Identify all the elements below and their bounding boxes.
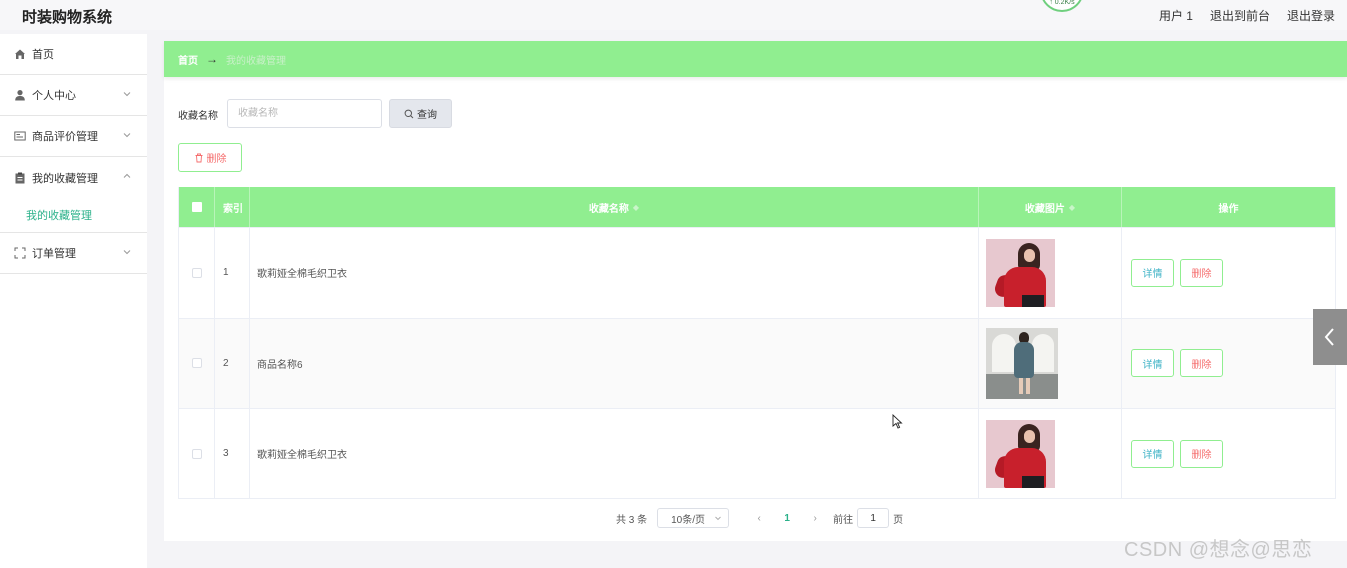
home-icon [14,48,26,60]
sidebar-item-label: 首页 [32,49,54,61]
breadcrumb: 首页 → 我的收藏管理 [164,41,1347,77]
table-row: 3 歌莉娅全棉毛织卫衣 详情 删除 [179,408,1335,499]
sidebar-item-home[interactable]: 首页 [0,34,147,75]
back-to-front-link[interactable]: 退出到前台 [1210,7,1270,24]
clipboard-icon [14,172,26,184]
delete-button[interactable]: 删除 [1180,439,1223,468]
breadcrumb-current: 我的收藏管理 [226,55,286,67]
row-image-cell [979,318,1122,408]
sidebar-item-favorites-management[interactable]: 我的收藏管理 [0,157,147,198]
search-label: 收藏名称 [178,111,218,122]
sort-icon[interactable]: ◆ [1069,203,1075,212]
goto-label: 前往 [833,514,854,526]
row-actions: 详情 删除 [1122,319,1335,409]
row-name: 商品名称6 [250,318,979,408]
page-suffix: 页 [893,514,904,526]
row-checkbox[interactable] [191,358,202,369]
select-all-checkbox[interactable] [191,202,202,212]
row-check-cell [179,228,215,318]
table-row: 1 歌莉娅全棉毛织卫衣 详情 删除 [179,227,1335,318]
chevron-down-icon [715,516,721,521]
search-icon [404,109,414,118]
breadcrumb-arrow: → [206,52,218,66]
row-image-cell [979,228,1122,318]
main-panel: 首页 → 我的收藏管理 收藏名称 查询 删除 索引 收藏名称 ◆ 收藏图片 ◆ [164,41,1347,541]
app-title: 时装购物系统 [22,9,113,26]
chevron-down-icon [123,133,131,138]
prev-page-button[interactable]: ‹ [745,513,773,524]
row-index: 1 [215,228,250,318]
network-speed-badge: ↑ 0.2K/s [1040,0,1084,12]
sidebar-group-favorites: 我的收藏管理 我的收藏管理 [0,157,147,233]
detail-button[interactable]: 详情 [1131,349,1174,378]
row-name: 歌莉娅全棉毛织卫衣 [250,409,979,499]
row-index: 3 [215,409,250,499]
search-input[interactable] [227,99,382,128]
row-actions: 详情 删除 [1122,409,1335,499]
chevron-left-icon [1324,328,1334,346]
column-header-operations: 操作 [1218,203,1239,215]
header-actions: 用户 1 退出到前台 退出登录 [1159,7,1335,24]
next-page-button[interactable]: › [801,513,829,524]
batch-delete-label: 删除 [206,154,227,165]
user-icon [14,89,26,101]
sidebar-item-label: 商品评价管理 [32,131,98,143]
sidebar-subitem-my-favorites[interactable]: 我的收藏管理 [0,198,147,232]
select-all-cell [179,187,215,227]
row-index: 2 [215,318,250,408]
sidebar: 首页 个人中心 商品评价管理 我的收藏管理 我的收藏管理 订单管理 [0,34,147,568]
sidebar-item-label: 订单管理 [32,248,76,260]
logout-link[interactable]: 退出登录 [1287,7,1335,24]
row-actions: 详情 删除 [1122,228,1335,318]
pagination: 共 3 条 10条/页 ‹ 1 › 前往 页 [616,508,903,528]
mouse-cursor-icon [892,414,903,429]
detail-button[interactable]: 详情 [1131,258,1174,287]
batch-delete-button[interactable]: 删除 [178,143,242,172]
column-header-image[interactable]: 收藏图片 ◆ [979,187,1122,227]
trash-icon [195,153,202,162]
column-header-index: 索引 [215,187,250,227]
user-name: 用户 1 [1158,9,1193,23]
watermark: CSDN @想念@思恋 [1124,539,1313,561]
row-checkbox[interactable] [191,267,202,278]
delete-button[interactable]: 删除 [1180,349,1223,378]
chevron-down-icon [123,92,131,97]
sidebar-item-label: 个人中心 [32,90,76,102]
row-check-cell [179,409,215,499]
row-name: 歌莉娅全棉毛织卫衣 [250,228,979,318]
product-image [986,419,1055,488]
query-button[interactable]: 查询 [389,99,452,128]
table-header: 索引 收藏名称 ◆ 收藏图片 ◆ 操作 [179,187,1335,227]
page-number-1[interactable]: 1 [773,513,801,524]
query-button-label: 查询 [417,110,437,121]
sidebar-item-review-management[interactable]: 商品评价管理 [0,116,147,157]
product-image [986,238,1055,307]
row-checkbox[interactable] [191,448,202,459]
sort-icon[interactable]: ◆ [633,203,639,212]
breadcrumb-home[interactable]: 首页 [178,52,198,67]
product-image [986,327,1058,399]
goto-page-input[interactable] [857,508,890,528]
sidebar-item-personal-center[interactable]: 个人中心 [0,75,147,116]
row-check-cell [179,318,215,408]
delete-button[interactable]: 删除 [1180,258,1223,287]
page-size-value: 10条/页 [671,514,706,526]
order-icon [14,247,26,259]
review-icon [14,130,26,142]
table-row: 2 商品名称6 详情 删除 [179,317,1335,409]
pagination-total: 共 3 条 [616,514,648,526]
detail-button[interactable]: 详情 [1131,439,1174,468]
page-size-select[interactable]: 10条/页 [657,508,730,528]
collapse-side-tab[interactable] [1313,309,1347,365]
top-header: 时装购物系统 ↑ 0.2K/s 用户 1 退出到前台 退出登录 [0,0,1347,30]
favorites-table: 索引 收藏名称 ◆ 收藏图片 ◆ 操作 1 歌莉娅全棉毛织卫衣 详情 删除 2 … [178,187,1336,499]
column-header-name[interactable]: 收藏名称 ◆ [250,187,979,227]
sidebar-item-label: 我的收藏管理 [32,172,98,185]
sidebar-item-order-management[interactable]: 订单管理 [0,233,147,274]
chevron-down-icon [123,250,131,255]
row-image-cell [979,409,1122,499]
chevron-up-icon [123,173,131,178]
